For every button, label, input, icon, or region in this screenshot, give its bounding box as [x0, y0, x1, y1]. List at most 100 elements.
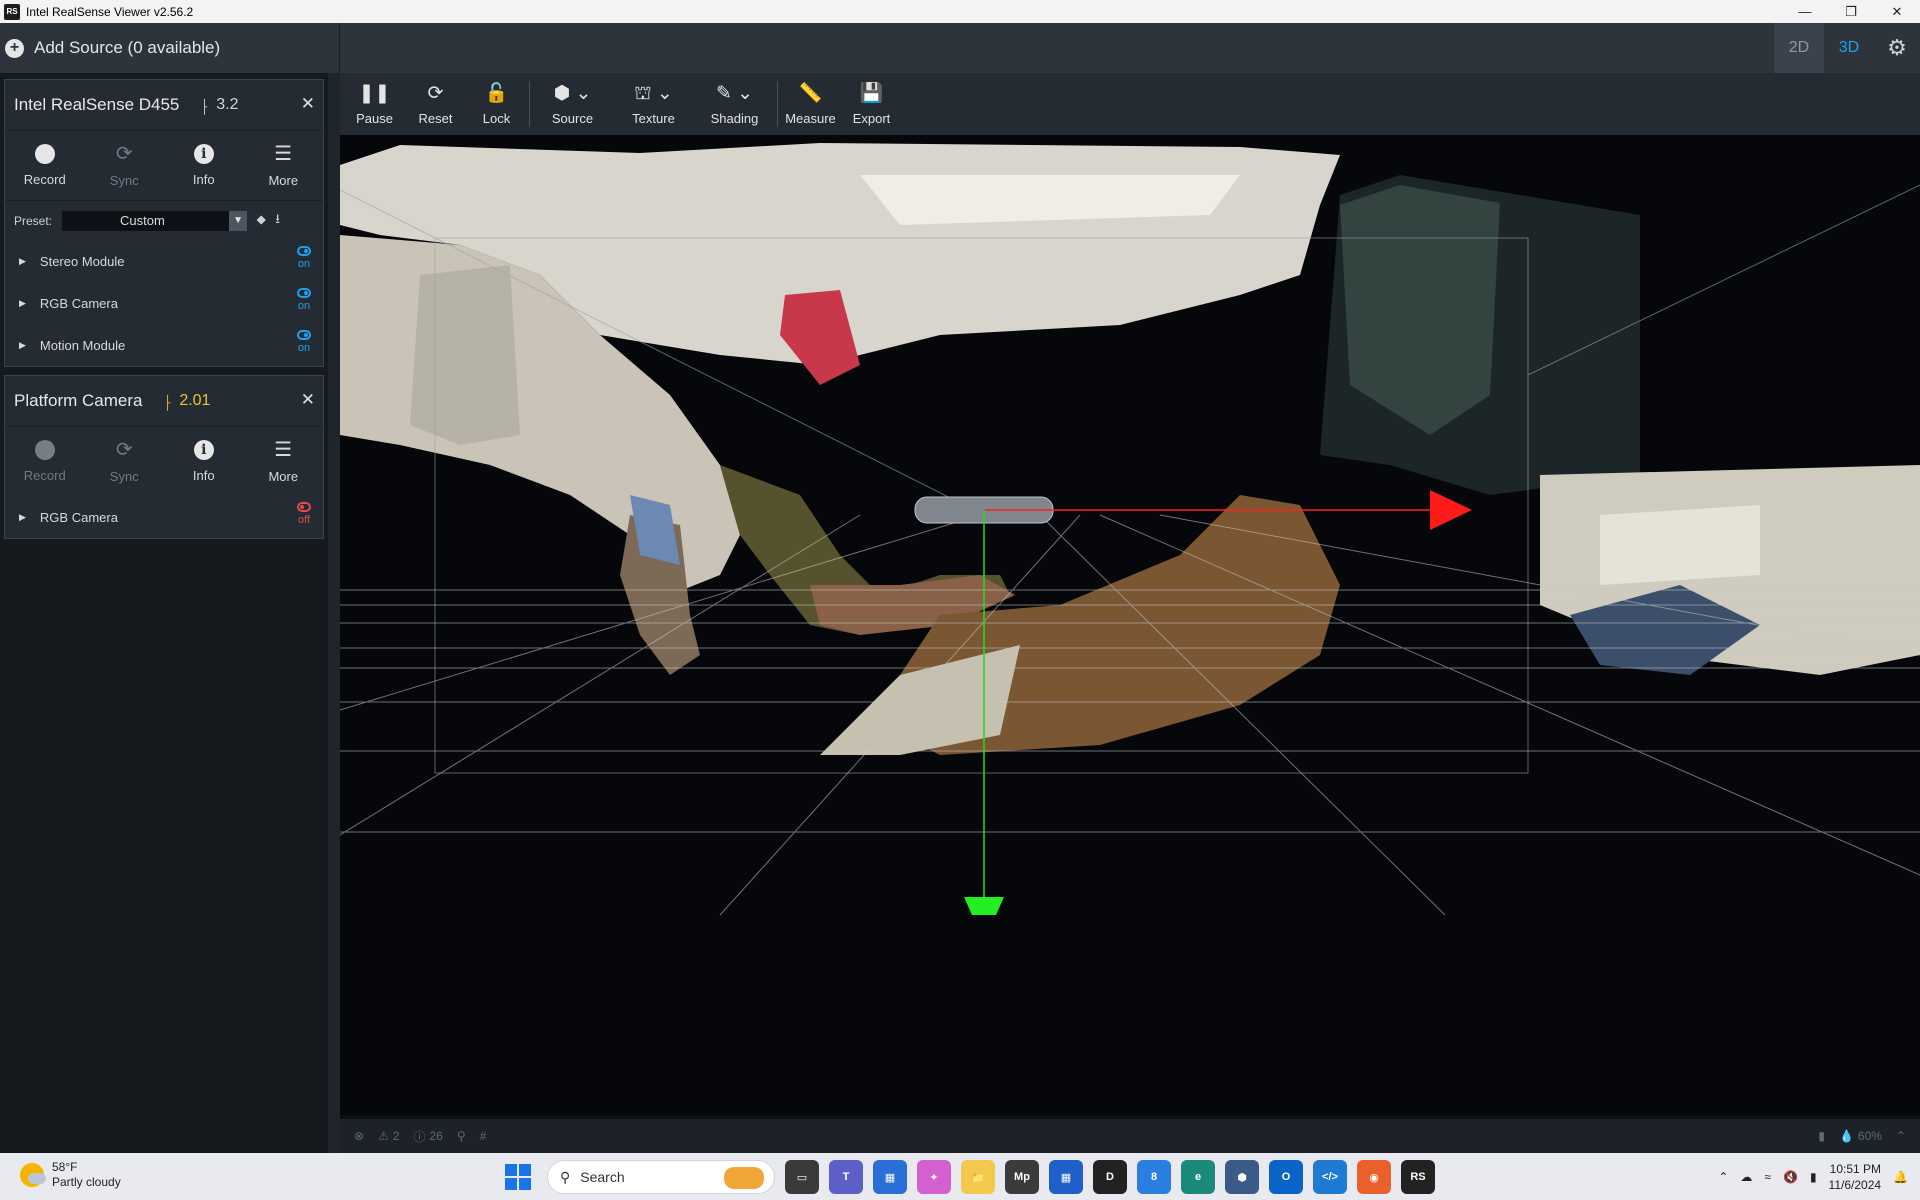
task-view-icon[interactable]: ▭ [785, 1160, 819, 1194]
module-name: Motion Module [39, 337, 126, 353]
toggle-state: on [297, 342, 311, 354]
panel-splitter[interactable] [328, 73, 340, 1153]
source-button[interactable]: ⬢ ⌄ Source [532, 83, 613, 126]
pause-button[interactable]: ❚❚ Pause [344, 83, 405, 126]
drop-icon: 💧 [1838, 1129, 1854, 1143]
app-icon: RS [4, 3, 20, 20]
realsense-taskbar-icon[interactable]: RS [1401, 1160, 1435, 1194]
module-toggle[interactable]: off [297, 502, 311, 527]
upload-icon[interactable]: ⯁ [256, 213, 266, 229]
info-button[interactable]: i Info [164, 427, 244, 496]
pause-label: Pause [356, 110, 393, 126]
info-icon: i [193, 440, 214, 460]
export-button[interactable]: 💾 Export [841, 83, 902, 126]
record-button[interactable]: Record [5, 427, 85, 496]
teams-icon[interactable]: T [829, 1160, 863, 1194]
close-icon[interactable]: ✕ [301, 94, 315, 114]
minimize-button[interactable]: — [1782, 0, 1828, 23]
record-label: Record [23, 468, 66, 483]
store-icon[interactable]: ▦ [1049, 1160, 1083, 1194]
virtualbox-icon[interactable]: ⬢ [1225, 1160, 1259, 1194]
chevron-up-icon[interactable]: ⌃ [1718, 1170, 1728, 1184]
sync-button[interactable]: ⟳ Sync [85, 427, 165, 496]
module-rgb-camera[interactable]: ▶ RGB Camera on [5, 282, 323, 324]
sync-label: Sync [109, 173, 139, 188]
module-rgb-camera[interactable]: ▶ RGB Camera off [5, 496, 323, 538]
dell-icon[interactable]: D [1093, 1160, 1127, 1194]
record-button[interactable]: Record [5, 131, 85, 200]
view-2d-button[interactable]: 2D [1774, 23, 1824, 73]
copilot-icon[interactable]: ✦ [917, 1160, 951, 1194]
measure-label: Measure [785, 110, 836, 126]
view-toggle: 2D 3D ⚙ [1774, 23, 1920, 73]
mp-app-icon[interactable]: Mp [1005, 1160, 1039, 1194]
view-3d-button[interactable]: 3D [1824, 23, 1874, 73]
sync-button[interactable]: ⟳ Sync [85, 131, 165, 200]
taskbar-search[interactable]: ⚲ Search [547, 1160, 775, 1194]
toggle-state: on [297, 258, 311, 270]
edge-icon[interactable]: e [1181, 1160, 1215, 1194]
download-icon[interactable]: ⭳ [275, 210, 280, 232]
firefox-icon[interactable]: ◉ [1357, 1160, 1391, 1194]
clock-date: 11/6/2024 [1828, 1177, 1882, 1192]
module-stereo[interactable]: ▶ Stereo Module on [5, 240, 323, 282]
info-button[interactable]: i Info [164, 131, 244, 200]
texture-button[interactable]: ⛫ ⌄ Texture [613, 83, 694, 126]
log-filter-input[interactable]: # [480, 1129, 487, 1143]
more-button[interactable]: ☰ More [244, 131, 324, 200]
warnings-filter[interactable]: ⚠ 2 [378, 1129, 399, 1143]
vscode-icon[interactable]: </> [1313, 1160, 1347, 1194]
more-button[interactable]: ☰ More [244, 427, 324, 496]
windows-taskbar: 58°F Partly cloudy ⚲ Search ▭ T ▦ ✦ 📁 Mp… [0, 1153, 1920, 1200]
todo-icon[interactable]: 8 [1137, 1160, 1171, 1194]
battery-icon[interactable]: ▮ [1810, 1170, 1817, 1184]
pointcloud-viewport[interactable] [340, 135, 1920, 1115]
drawer-region [1600, 505, 1760, 585]
toolbar-separator [777, 81, 778, 127]
warnings-count: 2 [392, 1129, 400, 1143]
module-toggle[interactable]: on [297, 288, 311, 313]
lock-button[interactable]: 🔓 Lock [466, 83, 527, 126]
onedrive-icon[interactable]: ☁ [1740, 1170, 1752, 1184]
file-explorer-icon[interactable]: 📁 [961, 1160, 995, 1194]
infos-filter[interactable]: ⓘ 26 [414, 1128, 443, 1145]
measure-button[interactable]: 📏 Measure [780, 83, 841, 126]
volume-muted-icon[interactable]: 🔇 [1783, 1170, 1798, 1184]
info-label: Info [192, 172, 215, 187]
window-controls: — ❐ ✕ [1782, 0, 1920, 23]
log-search[interactable]: ⚲ [457, 1129, 466, 1143]
outlook-icon[interactable]: O [1269, 1160, 1303, 1194]
viewer-toolbar: ❚❚ Pause ⟳ Reset 🔓 Lock ⬢ ⌄ Source ⛫ ⌄ T… [340, 73, 1920, 135]
notification-bell-icon[interactable]: 🔔 [1893, 1170, 1908, 1184]
clear-log-button[interactable]: ⊗ [354, 1129, 364, 1143]
usb-version: 3.2 [216, 96, 239, 113]
reset-button[interactable]: ⟳ Reset [405, 83, 466, 126]
clock[interactable]: 10:51 PM 11/6/2024 [1829, 1161, 1882, 1193]
weather-widget[interactable]: 58°F Partly cloudy [20, 1160, 121, 1190]
calendar-icon[interactable]: ▦ [873, 1160, 907, 1194]
preset-dropdown[interactable]: Custom ▼ [62, 210, 248, 231]
shading-button[interactable]: ✎ ⌄ Shading [694, 83, 775, 126]
hamburger-icon: ☰ [274, 143, 293, 165]
module-toggle[interactable]: on [297, 330, 311, 355]
clock-time: 10:51 PM [1829, 1161, 1882, 1176]
title-bar: RS Intel RealSense Viewer v2.56.2 — ❐ ✕ [0, 0, 1920, 23]
expand-log-button[interactable]: ⌃ [1896, 1129, 1906, 1143]
todo-badge: 8 [1150, 1171, 1158, 1183]
add-source-button[interactable]: + Add Source (0 available) [0, 23, 340, 73]
wifi-icon[interactable]: ≈ [1764, 1170, 1771, 1184]
windows-start-icon[interactable] [505, 1164, 531, 1190]
search-placeholder: Search [580, 1169, 625, 1185]
search-icon: ⚲ [560, 1168, 571, 1185]
usb-icon: ⸠ [201, 98, 211, 115]
gear-icon[interactable]: ⚙ [1874, 23, 1920, 73]
module-motion[interactable]: ▶ Motion Module on [5, 324, 323, 366]
maximize-button[interactable]: ❐ [1828, 0, 1874, 23]
module-toggle[interactable]: on [297, 246, 311, 271]
info-icon: i [193, 144, 214, 164]
add-source-label: Add Source (0 available) [34, 38, 221, 57]
close-icon[interactable]: ✕ [301, 390, 315, 410]
close-window-button[interactable]: ✕ [1874, 0, 1920, 23]
infos-count: 26 [429, 1129, 443, 1143]
module-name: Stereo Module [39, 253, 125, 269]
